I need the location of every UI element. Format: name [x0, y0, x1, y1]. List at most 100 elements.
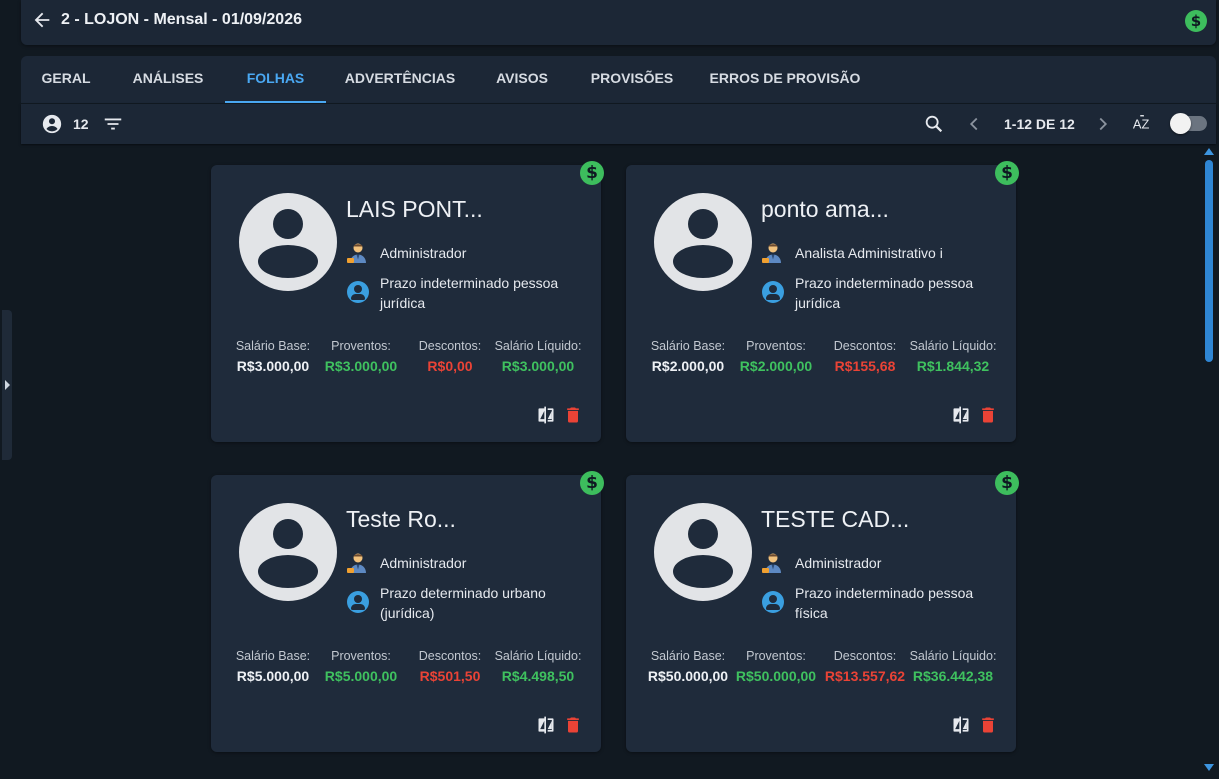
- trash-icon[interactable]: [978, 405, 998, 425]
- employee-card[interactable]: $ Teste Ro... Administrador Prazo determ…: [211, 471, 604, 752]
- finance-value: R$501,50: [419, 668, 481, 684]
- contract-type: Prazo determinado urbano (jurídica): [380, 585, 546, 621]
- dollar-circle-icon[interactable]: $: [995, 161, 1019, 185]
- employee-role: Administrador: [380, 555, 467, 571]
- tab-geral[interactable]: GERAL: [21, 56, 111, 103]
- finance-value: R$3.000,00: [501, 358, 575, 374]
- finance-descontos: Descontos: R$13.557,62: [820, 649, 910, 684]
- filter-lines-icon[interactable]: [102, 113, 124, 135]
- view-toggle[interactable]: [1170, 113, 1207, 134]
- finance-proventos: Proventos: R$3.000,00: [316, 339, 406, 374]
- account-circle-icon: [42, 114, 62, 134]
- employee-card[interactable]: $ TESTE CAD... Administrador Prazo indet…: [626, 471, 1019, 752]
- finance-descontos: Descontos: R$0,00: [405, 339, 495, 374]
- account-circle-icon: [347, 591, 369, 613]
- scroll-down-arrow[interactable]: [1204, 764, 1214, 771]
- side-panel-handle[interactable]: [2, 310, 12, 460]
- finance-label: Salário Base:: [235, 339, 311, 353]
- arrow-left-icon[interactable]: [31, 9, 53, 31]
- finance-value: R$3.000,00: [236, 358, 310, 374]
- employee-name[interactable]: ponto ama...: [761, 196, 889, 223]
- finance-proventos: Proventos: R$2.000,00: [731, 339, 821, 374]
- finance-label: Salário Líquido:: [494, 649, 582, 663]
- finance-label: Proventos:: [331, 649, 391, 663]
- finance-salario-base: Salário Base: R$3.000,00: [228, 339, 318, 374]
- finance-label: Proventos:: [331, 339, 391, 353]
- finance-descontos: Descontos: R$501,50: [405, 649, 495, 684]
- trash-icon[interactable]: [563, 405, 583, 425]
- tab-analises[interactable]: ANÁLISES: [124, 56, 212, 103]
- employee-card[interactable]: $ LAIS PONT... Administrador Prazo indet…: [211, 161, 604, 442]
- finance-label: Proventos:: [746, 339, 806, 353]
- employee-name[interactable]: TESTE CAD...: [761, 506, 909, 533]
- compare-icon[interactable]: [536, 405, 556, 425]
- employee-card[interactable]: $ ponto ama... Analista Administrativo i…: [626, 161, 1019, 442]
- dollar-circle-icon[interactable]: $: [580, 161, 604, 185]
- finance-value: R$0,00: [427, 358, 473, 374]
- scroll-thumb[interactable]: [1205, 160, 1213, 362]
- finance-label: Salário Base:: [650, 339, 726, 353]
- contract-type: Prazo indeterminado pessoa física: [795, 585, 974, 621]
- account-circle-icon: [762, 281, 784, 303]
- scroll-up-arrow[interactable]: [1204, 148, 1214, 155]
- trash-icon[interactable]: [563, 715, 583, 735]
- trash-icon[interactable]: [978, 715, 998, 735]
- employee-count: 12: [73, 116, 89, 132]
- header-bar: 2 - LOJON - Mensal - 01/09/2026 $: [21, 0, 1216, 45]
- content-scrollbar[interactable]: [1203, 146, 1215, 774]
- dollar-circle-icon[interactable]: $: [580, 471, 604, 495]
- compare-icon[interactable]: [951, 715, 971, 735]
- avatar: [239, 503, 337, 601]
- finance-value: R$2.000,00: [739, 358, 813, 374]
- chevron-right-icon: [5, 380, 10, 390]
- finance-value: R$1.844,32: [916, 358, 990, 374]
- finance-value: R$13.557,62: [824, 668, 906, 684]
- finance-value: R$155,68: [834, 358, 896, 374]
- finance-value: R$3.000,00: [324, 358, 398, 374]
- finance-label: Salário Base:: [650, 649, 726, 663]
- dollar-circle-icon[interactable]: $: [995, 471, 1019, 495]
- finance-salario-base: Salário Base: R$2.000,00: [643, 339, 733, 374]
- tab-folhas[interactable]: FOLHAS: [225, 56, 326, 103]
- worker-emoji-icon: [762, 243, 781, 263]
- finance-label: Descontos:: [418, 339, 482, 353]
- dollar-circle-icon[interactable]: $: [1185, 10, 1207, 32]
- account-circle-icon: [347, 281, 369, 303]
- compare-icon[interactable]: [951, 405, 971, 425]
- finance-label: Descontos:: [833, 339, 897, 353]
- finance-label: Salário Líquido:: [909, 339, 997, 353]
- finance-value: R$50.000,00: [647, 668, 729, 684]
- finance-label: Salário Líquido:: [494, 339, 582, 353]
- list-toolbar: 12 1-12 DE 12 AZ: [21, 104, 1216, 144]
- compare-icon[interactable]: [536, 715, 556, 735]
- pagination-info: 1-12 DE 12: [1004, 116, 1075, 132]
- worker-emoji-icon: [347, 553, 366, 573]
- finance-liquido: Salário Líquido: R$1.844,32: [908, 339, 998, 374]
- finance-value: R$5.000,00: [324, 668, 398, 684]
- finance-liquido: Salário Líquido: R$4.498,50: [493, 649, 583, 684]
- tab-avisos[interactable]: AVISOS: [487, 56, 557, 103]
- employee-role: Administrador: [380, 245, 467, 261]
- chevron-right-icon[interactable]: [1092, 113, 1114, 135]
- employee-role: Analista Administrativo i: [795, 245, 943, 261]
- finance-liquido: Salário Líquido: R$3.000,00: [493, 339, 583, 374]
- finance-salario-base: Salário Base: R$5.000,00: [228, 649, 318, 684]
- sort-az-icon[interactable]: AZ: [1132, 113, 1154, 135]
- tab-advertencias[interactable]: ADVERTÊNCIAS: [337, 56, 463, 103]
- page-title: 2 - LOJON - Mensal - 01/09/2026: [61, 11, 302, 28]
- finance-label: Descontos:: [833, 649, 897, 663]
- finance-proventos: Proventos: R$50.000,00: [731, 649, 821, 684]
- finance-value: R$36.442,38: [912, 668, 994, 684]
- employee-name[interactable]: Teste Ro...: [346, 506, 456, 533]
- avatar: [239, 193, 337, 291]
- finance-salario-base: Salário Base: R$50.000,00: [643, 649, 733, 684]
- tab-provisoes[interactable]: PROVISÕES: [583, 56, 681, 103]
- search-icon[interactable]: [923, 113, 945, 135]
- chevron-left-icon[interactable]: [963, 113, 985, 135]
- finance-liquido: Salário Líquido: R$36.442,38: [908, 649, 998, 684]
- tab-erros-de-provisao[interactable]: ERROS DE PROVISÃO: [707, 56, 863, 103]
- avatar: [654, 193, 752, 291]
- employee-name[interactable]: LAIS PONT...: [346, 196, 483, 223]
- finance-value: R$2.000,00: [651, 358, 725, 374]
- finance-label: Salário Líquido:: [909, 649, 997, 663]
